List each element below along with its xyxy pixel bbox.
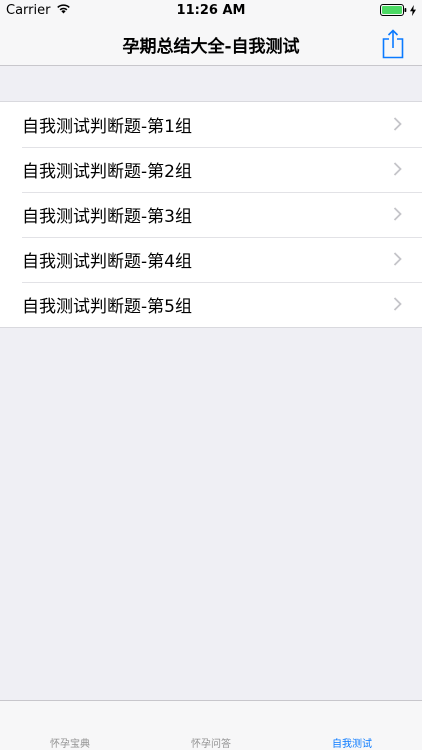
share-icon xyxy=(382,29,404,59)
navigation-bar: 孕期总结大全-自我测试 xyxy=(0,22,422,66)
tab-label: 怀孕问答 xyxy=(191,739,231,750)
chevron-right-icon xyxy=(393,117,402,131)
charging-icon xyxy=(410,4,416,20)
tab-label: 自我测试 xyxy=(332,739,372,750)
status-bar: Carrier 11:26 AM xyxy=(0,0,422,22)
status-time: 11:26 AM xyxy=(176,3,246,18)
list-item-label: 自我测试判断题-第3组 xyxy=(22,207,192,227)
chevron-right-icon xyxy=(393,207,402,221)
list-item-label: 自我测试判断题-第1组 xyxy=(22,117,192,137)
list-item-label: 自我测试判断题-第2组 xyxy=(22,162,192,182)
list-item[interactable]: 自我测试判断题-第5组 xyxy=(0,282,422,327)
share-button[interactable] xyxy=(380,28,406,60)
list-item-label: 自我测试判断题-第5组 xyxy=(22,297,192,317)
page-title: 孕期总结大全-自我测试 xyxy=(122,37,300,57)
list-item[interactable]: 自我测试判断题-第2组 xyxy=(0,147,422,192)
tab-self-test[interactable]: 自我测试 xyxy=(282,701,422,750)
tab-pregnancy-qa[interactable]: 怀孕问答 xyxy=(141,701,281,750)
test-list: 自我测试判断题-第1组 自我测试判断题-第2组 自我测试判断题-第3组 自我测试… xyxy=(0,101,422,328)
tab-label: 怀孕宝典 xyxy=(50,739,90,750)
status-right xyxy=(380,4,416,20)
tab-pregnancy-guide[interactable]: 怀孕宝典 xyxy=(0,701,140,750)
battery-icon xyxy=(380,4,407,20)
list-item[interactable]: 自我测试判断题-第4组 xyxy=(0,237,422,282)
chevron-right-icon xyxy=(393,297,402,311)
list-item[interactable]: 自我测试判断题-第1组 xyxy=(0,102,422,147)
list-item[interactable]: 自我测试判断题-第3组 xyxy=(0,192,422,237)
list-item-label: 自我测试判断题-第4组 xyxy=(22,252,192,272)
tab-bar: 怀孕宝典 怀孕问答 自我测试 xyxy=(0,700,422,750)
chevron-right-icon xyxy=(393,162,402,176)
chevron-right-icon xyxy=(393,252,402,266)
